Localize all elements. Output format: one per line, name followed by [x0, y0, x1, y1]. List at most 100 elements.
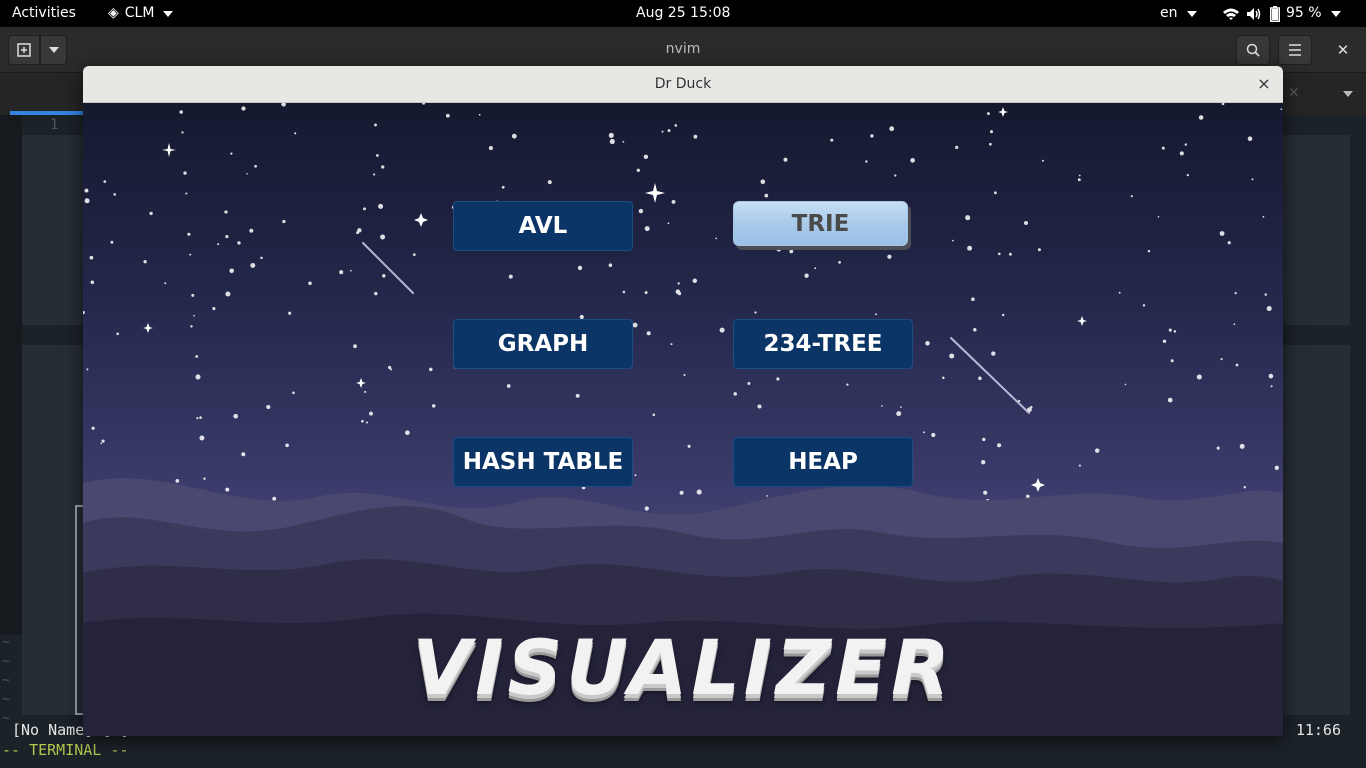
star: [421, 103, 426, 105]
star: [179, 110, 183, 114]
star: [199, 416, 202, 419]
star: [643, 154, 649, 160]
star: [506, 384, 511, 388]
empty-line-marker: ~: [2, 635, 10, 650]
nvim-panel: [1283, 345, 1350, 715]
234-tree-button[interactable]: 234-TREE: [733, 319, 913, 369]
star: [870, 134, 874, 138]
system-menu[interactable]: 95 %: [1222, 0, 1341, 27]
dialog-titlebar[interactable]: Dr Duck ×: [83, 66, 1283, 103]
star: [766, 495, 768, 497]
hamburger-menu-button[interactable]: [1278, 35, 1312, 65]
tab-close-icon[interactable]: ✕: [1288, 85, 1300, 101]
language-selector[interactable]: en: [1160, 0, 1197, 27]
star: [1216, 446, 1220, 450]
star: [1168, 328, 1172, 332]
line-number: 1: [50, 117, 59, 133]
star: [973, 327, 977, 332]
star: [339, 270, 344, 275]
star: [661, 130, 664, 133]
star: [971, 297, 975, 301]
star: [501, 185, 505, 189]
close-window-button[interactable]: ✕: [1326, 35, 1360, 65]
star: [952, 239, 954, 242]
star: [185, 192, 188, 195]
heap-button[interactable]: HEAP: [733, 437, 913, 487]
avl-button[interactable]: AVL: [453, 201, 633, 251]
star: [644, 506, 649, 511]
star: [683, 373, 686, 377]
star: [250, 262, 256, 268]
sign-column: [0, 115, 22, 635]
star: [875, 313, 878, 316]
star: [1264, 293, 1267, 296]
search-button[interactable]: [1236, 35, 1270, 65]
star: [1221, 103, 1225, 106]
star: [1270, 385, 1273, 388]
hash-table-button[interactable]: HASH TABLE: [453, 437, 633, 487]
empty-line-marker: ~: [2, 711, 10, 726]
shooting-star: [362, 242, 414, 294]
app-menu[interactable]: ◈ CLM: [108, 0, 174, 27]
nvim-panel: [22, 135, 84, 325]
top-bar: Activities ◈ CLM Aug 25 15:08 en 95 %: [0, 0, 1366, 27]
star: [364, 390, 367, 393]
star: [733, 392, 737, 396]
tab-list-chevron-icon[interactable]: [1343, 91, 1353, 97]
star: [187, 232, 191, 236]
star: [260, 256, 263, 260]
language-label: en: [1160, 5, 1178, 21]
star: [982, 437, 986, 442]
star: [241, 452, 246, 457]
star: [282, 219, 286, 224]
star: [241, 106, 246, 111]
star: [760, 179, 766, 185]
star: [997, 252, 1001, 256]
activities-button[interactable]: Activities: [12, 0, 76, 27]
clock[interactable]: Aug 25 15:08: [636, 0, 730, 27]
volume-icon: [1247, 7, 1261, 20]
star: [830, 138, 834, 142]
trie-button[interactable]: TRIE: [733, 201, 908, 246]
star: [266, 404, 271, 410]
sparkle-icon: [1031, 478, 1045, 492]
star: [652, 413, 656, 417]
sparkle-icon: [143, 323, 153, 333]
star: [1008, 252, 1012, 256]
star: [110, 240, 114, 244]
star: [225, 235, 229, 239]
star: [89, 255, 94, 260]
star: [622, 140, 625, 143]
star: [894, 174, 897, 177]
star: [382, 274, 386, 278]
star: [1262, 215, 1265, 218]
graph-button[interactable]: GRAPH: [453, 319, 633, 369]
star: [369, 411, 373, 416]
star: [190, 325, 193, 328]
star: [677, 282, 680, 285]
dr-duck-window: Dr Duck × AVL TRIE GRAPH 234-TREE HASH T…: [83, 66, 1283, 736]
star: [989, 130, 994, 134]
dialog-title: Dr Duck: [654, 76, 712, 92]
star: [747, 382, 751, 385]
visualizer-logo: VISUALIZER: [412, 623, 954, 712]
star: [577, 265, 583, 271]
visualizer-canvas: AVL TRIE GRAPH 234-TREE HASH TABLE HEAP …: [83, 103, 1283, 736]
star: [715, 237, 718, 240]
star: [374, 123, 377, 127]
sparkle-icon: [356, 378, 366, 388]
star: [1078, 174, 1081, 177]
star: [1239, 443, 1245, 449]
star: [224, 210, 228, 214]
close-button[interactable]: ×: [1253, 73, 1275, 95]
star: [225, 291, 231, 297]
star: [1219, 231, 1225, 236]
star: [754, 311, 757, 314]
star: [380, 234, 386, 240]
star: [638, 208, 644, 214]
star: [1196, 374, 1202, 380]
star: [288, 311, 292, 315]
star: [881, 405, 883, 407]
wifi-icon: [1223, 8, 1239, 20]
star: [776, 246, 782, 252]
